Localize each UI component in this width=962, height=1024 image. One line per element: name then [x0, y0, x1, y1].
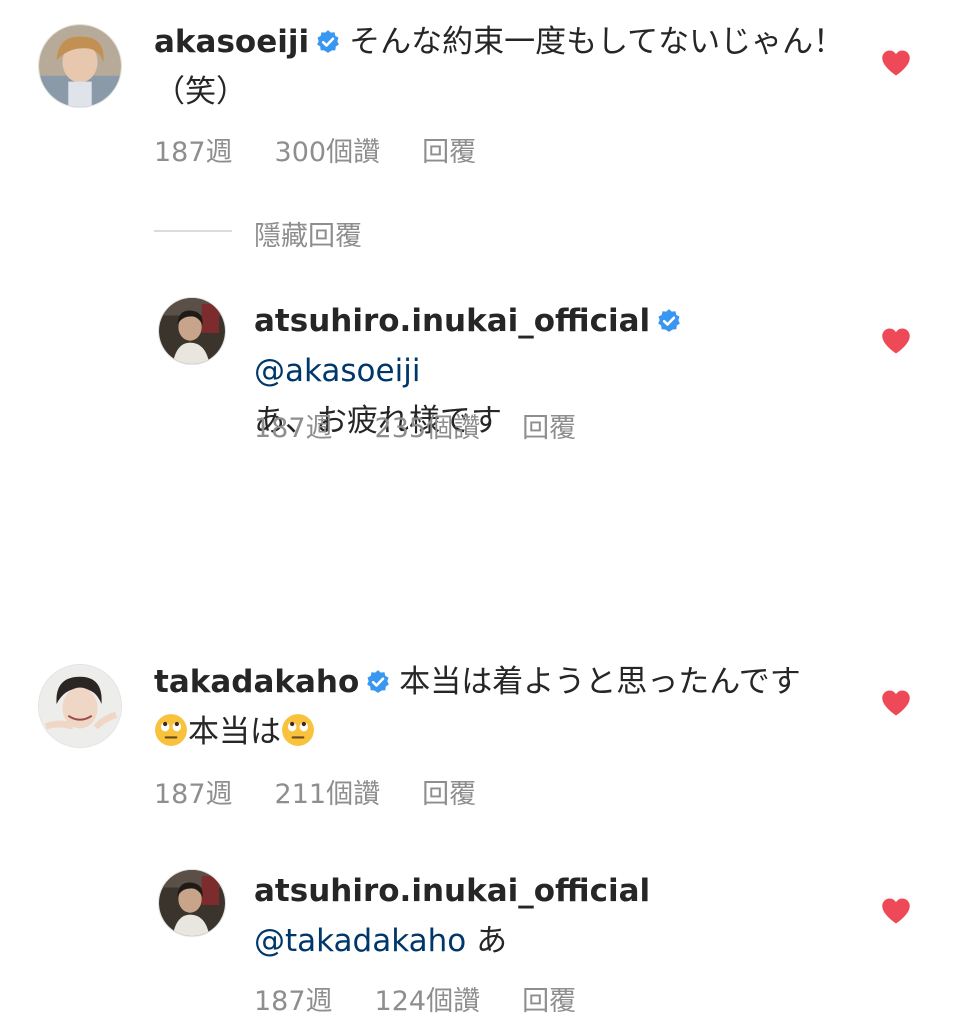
- eye-roll-emoji-icon: [154, 713, 188, 747]
- hide-replies-line: [154, 230, 232, 232]
- comment-meta: 187週 124個讚 回覆: [254, 979, 618, 1018]
- heart-icon[interactable]: [881, 49, 911, 77]
- username[interactable]: atsuhiro.inukai_official: [254, 303, 650, 339]
- eye-roll-emoji-icon: [281, 713, 315, 747]
- verified-badge-icon: [656, 308, 682, 334]
- username[interactable]: takadakaho: [154, 664, 359, 700]
- comment-time: 187週: [254, 413, 333, 444]
- reply-button[interactable]: 回覆: [522, 979, 576, 1018]
- heart-icon[interactable]: [881, 897, 911, 925]
- comment-time: 187週: [154, 779, 233, 810]
- verified-badge-icon: [315, 29, 341, 55]
- comment-text: 本当は着ようと思ったんです: [399, 664, 801, 700]
- avatar[interactable]: [158, 297, 226, 365]
- heart-icon[interactable]: [881, 327, 911, 355]
- like-count[interactable]: 211個讚: [275, 772, 381, 811]
- username[interactable]: akasoeiji: [154, 24, 309, 60]
- comment-time: 187週: [154, 137, 233, 168]
- mention-link[interactable]: @akasoeiji: [254, 353, 420, 389]
- hide-replies-button[interactable]: 隱藏回覆: [254, 214, 362, 253]
- avatar[interactable]: [38, 664, 122, 748]
- like-count[interactable]: 300個讚: [275, 130, 381, 169]
- comment-body: takadakaho 本当は着ようと思ったんです 本当は: [154, 657, 854, 757]
- avatar[interactable]: [38, 24, 122, 108]
- comment-meta: 187週 211個讚 回覆: [154, 772, 518, 811]
- avatar[interactable]: [158, 869, 226, 937]
- username[interactable]: atsuhiro.inukai_official: [254, 873, 650, 909]
- heart-icon[interactable]: [881, 689, 911, 717]
- avatar-image: [159, 298, 225, 364]
- comment-text: 本当は: [188, 714, 281, 750]
- like-count[interactable]: 235個讚: [375, 406, 481, 445]
- comment-meta: 187週 300個讚 回覆: [154, 130, 518, 169]
- comment-text: あ: [476, 923, 508, 959]
- mention-link[interactable]: @takadakaho: [254, 923, 466, 959]
- comment-time: 187週: [254, 986, 333, 1017]
- reply-button[interactable]: 回覆: [422, 130, 476, 169]
- verified-badge-icon: [365, 669, 391, 695]
- comment-meta: 187週 235個讚 回覆: [254, 406, 618, 445]
- reply-button[interactable]: 回覆: [422, 772, 476, 811]
- avatar-image: [39, 25, 121, 107]
- avatar-image: [159, 870, 225, 936]
- comment-body: akasoeiji そんな約束一度もしてないじゃん！（笑）: [154, 17, 854, 117]
- reply-button[interactable]: 回覆: [522, 406, 576, 445]
- avatar-image: [39, 665, 121, 747]
- comment-body: atsuhiro.inukai_official @takadakaho あ: [254, 866, 854, 966]
- like-count[interactable]: 124個讚: [375, 979, 481, 1018]
